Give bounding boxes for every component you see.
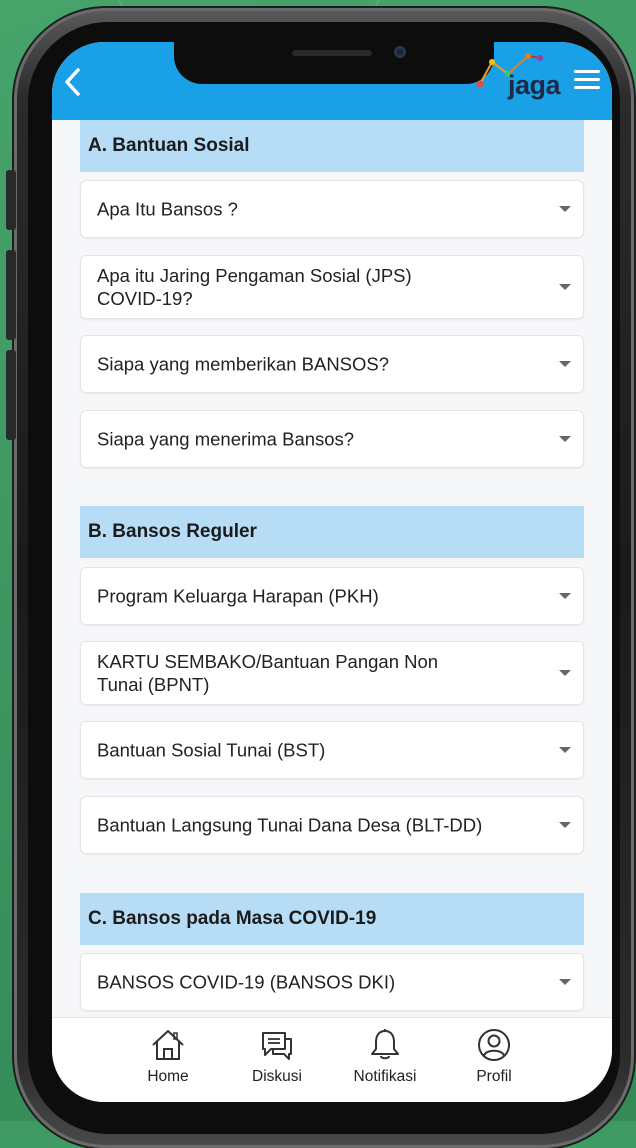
bell-icon: [371, 1029, 399, 1060]
back-button[interactable]: [58, 62, 88, 102]
caret-down-icon: [559, 284, 571, 290]
bottom-tab-bar: Home Diskusi Notifikasi Profil: [52, 1017, 612, 1102]
caret-down-icon: [559, 822, 571, 828]
tab-diskusi-label: Diskusi: [252, 1068, 302, 1085]
caret-down-icon: [559, 979, 571, 985]
faq-item-label: Siapa yang memberikan BANSOS?: [97, 353, 390, 375]
tab-home-label: Home: [147, 1068, 189, 1085]
user-icon: [478, 1029, 510, 1061]
caret-down-icon: [559, 436, 571, 442]
logo-text: jaga: [508, 70, 561, 100]
tab-diskusi[interactable]: Diskusi: [232, 1028, 322, 1098]
side-button: [6, 170, 16, 230]
tab-profil-label: Profil: [476, 1068, 512, 1085]
faq-item[interactable]: Apa Itu Bansos ?: [80, 180, 584, 238]
faq-item-label: KARTU SEMBAKO/Bantuan Pangan Non Tunai (…: [97, 651, 439, 695]
section-header-bantuan-sosial: A. Bantuan Sosial: [80, 120, 584, 172]
side-button: [6, 250, 16, 340]
phone-notch: [174, 42, 494, 84]
caret-down-icon: [559, 593, 571, 599]
hamburger-menu-icon[interactable]: [574, 70, 600, 90]
faq-item-label: Program Keluarga Harapan (PKH): [97, 585, 379, 607]
faq-item[interactable]: Siapa yang menerima Bansos?: [80, 410, 584, 468]
tab-home[interactable]: Home: [123, 1028, 213, 1098]
home-icon: [152, 1030, 184, 1060]
faq-item[interactable]: Apa itu Jaring Pengaman Sosial (JPS) COV…: [80, 255, 584, 319]
faq-item[interactable]: Bantuan Sosial Tunai (BST): [80, 721, 584, 779]
faq-list: A. Bantuan Sosial Apa Itu Bansos ? Apa i…: [52, 120, 612, 1020]
faq-item-label: Apa itu Jaring Pengaman Sosial (JPS) COV…: [97, 265, 412, 309]
faq-item[interactable]: Program Keluarga Harapan (PKH): [80, 567, 584, 625]
faq-item-label: BANSOS COVID-19 (BANSOS DKI): [97, 971, 396, 993]
faq-item[interactable]: KARTU SEMBAKO/Bantuan Pangan Non Tunai (…: [80, 641, 584, 705]
section-header-bansos-reguler: B. Bansos Reguler: [80, 506, 584, 558]
app-header: jaga: [52, 42, 612, 120]
caret-down-icon: [559, 206, 571, 212]
faq-item-label: Siapa yang menerima Bansos?: [97, 428, 355, 450]
faq-item[interactable]: Bantuan Langsung Tunai Dana Desa (BLT-DD…: [80, 796, 584, 854]
tab-notifikasi[interactable]: Notifikasi: [340, 1028, 430, 1098]
app-screen: jaga A. Bantuan Sosial Apa Itu Bansos ? …: [52, 42, 612, 1102]
caret-down-icon: [559, 361, 571, 367]
side-button: [6, 350, 16, 440]
faq-item[interactable]: BANSOS COVID-19 (BANSOS DKI): [80, 953, 584, 1011]
caret-down-icon: [559, 670, 571, 676]
faq-item-label: Apa Itu Bansos ?: [97, 198, 238, 220]
chevron-left-icon: [65, 68, 80, 96]
faq-item-label: Bantuan Sosial Tunai (BST): [97, 739, 326, 761]
chat-icon: [262, 1032, 292, 1060]
tab-profil[interactable]: Profil: [449, 1028, 539, 1098]
section-header-bansos-covid: C. Bansos pada Masa COVID-19: [80, 893, 584, 945]
faq-item-label: Bantuan Langsung Tunai Dana Desa (BLT-DD…: [97, 814, 483, 836]
tab-notifikasi-label: Notifikasi: [353, 1068, 417, 1085]
faq-item[interactable]: Siapa yang memberikan BANSOS?: [80, 335, 584, 393]
caret-down-icon: [559, 747, 571, 753]
